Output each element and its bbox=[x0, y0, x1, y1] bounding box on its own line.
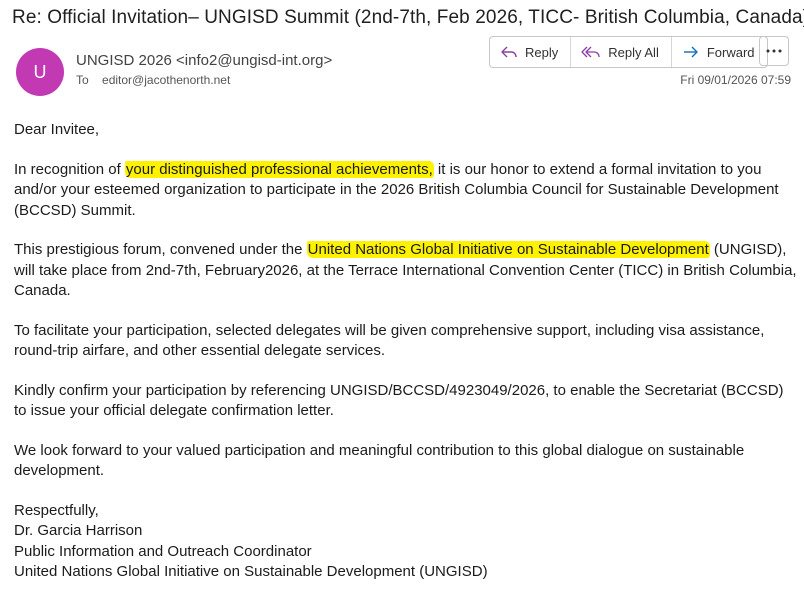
highlight-achievements: your distinguished professional achievem… bbox=[124, 160, 434, 178]
signature: Respectfully, Dr. Garcia Harrison Public… bbox=[14, 501, 799, 583]
p2-text-a: This prestigious forum, convened under t… bbox=[14, 241, 307, 258]
reply-all-button[interactable]: Reply All bbox=[571, 37, 672, 67]
highlight-organization: United Nations Global Initiative on Sust… bbox=[306, 241, 710, 258]
forward-icon bbox=[683, 46, 698, 58]
signoff: Respectfully, bbox=[14, 501, 99, 519]
recipient-address[interactable]: editor@jacothenorth.net bbox=[102, 73, 230, 87]
paragraph-2: This prestigious forum, convened under t… bbox=[14, 240, 799, 302]
more-options-icon bbox=[766, 49, 782, 53]
reply-all-label: Reply All bbox=[608, 44, 659, 60]
signature-name: Dr. Garcia Harrison bbox=[14, 522, 143, 539]
paragraph-1: In recognition of your distinguished pro… bbox=[14, 160, 799, 222]
avatar-initial: U bbox=[33, 61, 47, 82]
greeting: Dear Invitee, bbox=[14, 121, 100, 138]
paragraph-5: We look forward to your valued participa… bbox=[14, 441, 745, 480]
recipient-row: To editor@jacothenorth.net bbox=[76, 73, 230, 87]
signature-title: Public Information and Outreach Coordina… bbox=[14, 542, 312, 560]
sender-name[interactable]: UNGISD 2026 <info2@ungisd-int.org> bbox=[76, 52, 332, 69]
email-subject: Re: Official Invitation– UNGISD Summit (… bbox=[12, 7, 804, 28]
reply-button[interactable]: Reply bbox=[490, 37, 572, 67]
reply-all-icon bbox=[581, 46, 600, 58]
signature-organization: United Nations Global Initiative on Sust… bbox=[14, 563, 488, 580]
message-actions: Reply Reply All Forward bbox=[489, 36, 768, 68]
sender-avatar[interactable]: U bbox=[16, 48, 64, 96]
reply-label: Reply bbox=[525, 44, 559, 60]
forward-button[interactable]: Forward bbox=[672, 37, 767, 67]
more-options-button[interactable] bbox=[759, 36, 789, 66]
reply-icon bbox=[501, 46, 517, 58]
email-body: Dear Invitee, In recognition of your dis… bbox=[14, 120, 799, 602]
paragraph-3: To facilitate your participation, select… bbox=[14, 321, 765, 360]
received-date: Fri 09/01/2026 07:59 bbox=[680, 73, 791, 87]
forward-label: Forward bbox=[706, 44, 755, 60]
p1-text-a: In recognition of bbox=[14, 160, 125, 178]
paragraph-4: Kindly confirm your participation by ref… bbox=[14, 381, 784, 420]
to-label: To bbox=[76, 73, 89, 87]
